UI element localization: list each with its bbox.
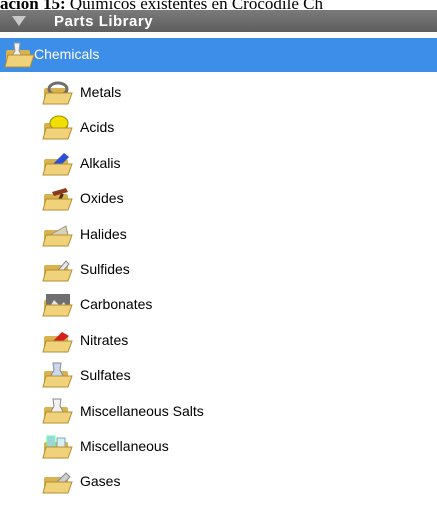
tree-item-carbonates[interactable]: Carbonates bbox=[0, 288, 437, 322]
tree-item-sulfides[interactable]: Sulfides bbox=[0, 253, 437, 287]
panel-title: Parts Library bbox=[54, 13, 154, 30]
tree-item-label: Carbonates bbox=[80, 296, 153, 313]
tree-item-label: Gases bbox=[80, 473, 121, 490]
caption-bold: ación 15: bbox=[0, 0, 66, 10]
caption-text: Químicos existentes en Crocodile Ch bbox=[65, 0, 323, 10]
nitrate-crystal-icon bbox=[42, 326, 74, 354]
tree-item-label: Sulfides bbox=[80, 261, 130, 277]
tree-item-halides[interactable]: Halides bbox=[0, 218, 437, 252]
tree-item-label: Alkalis bbox=[80, 154, 121, 171]
tree-item-label: Oxides bbox=[80, 190, 124, 207]
tree-item-chemicals[interactable]: Chemicals bbox=[0, 38, 437, 72]
tree-item-gases[interactable]: Gases bbox=[0, 465, 437, 499]
tree-item-miscellaneous-salts[interactable]: Miscellaneous Salts bbox=[0, 395, 437, 429]
tree-item-metals[interactable]: Metals bbox=[0, 76, 437, 110]
oxide-hammer-icon bbox=[42, 184, 74, 212]
metal-coil-icon bbox=[42, 78, 74, 106]
tree-item-label: Chemicals bbox=[34, 46, 100, 62]
acid-drop-icon bbox=[42, 113, 74, 141]
carbonate-rock-icon bbox=[42, 290, 74, 318]
tree-item-label: Sulfates bbox=[80, 367, 131, 384]
tree-item-label: Miscellaneous bbox=[80, 438, 169, 454]
sulfide-flask-icon bbox=[42, 255, 74, 283]
salts-beaker-icon bbox=[42, 397, 74, 425]
tree-item-label: Metals bbox=[80, 84, 122, 100]
tree-item-label: Miscellaneous Salts bbox=[80, 402, 204, 419]
tree-item-alkalis[interactable]: Alkalis bbox=[0, 147, 437, 181]
document-caption: ación 15: Químicos existentes en Crocodi… bbox=[0, 0, 437, 10]
gas-cylinder-icon bbox=[42, 467, 74, 495]
parts-library-header[interactable]: Parts Library bbox=[0, 10, 437, 32]
misc-glassware-icon bbox=[42, 432, 74, 460]
alkali-bottle-icon bbox=[42, 149, 74, 177]
tree-item-oxides[interactable]: Oxides bbox=[0, 182, 437, 216]
halide-cone-icon bbox=[42, 220, 74, 248]
sulfate-beaker-icon bbox=[42, 361, 74, 389]
tree-item-sulfates[interactable]: Sulfates bbox=[0, 359, 437, 393]
collapse-chevron-icon[interactable] bbox=[12, 16, 26, 26]
tree-item-label: Halides bbox=[80, 225, 127, 242]
tree-item-label: Nitrates bbox=[80, 331, 129, 348]
tree-item-acids[interactable]: Acids bbox=[0, 111, 437, 145]
tree-item-nitrates[interactable]: Nitrates bbox=[0, 324, 437, 358]
tree-item-miscellaneous[interactable]: Miscellaneous bbox=[0, 430, 437, 464]
tree-item-label: Acids bbox=[80, 119, 115, 136]
folder-flask-icon bbox=[4, 41, 36, 69]
